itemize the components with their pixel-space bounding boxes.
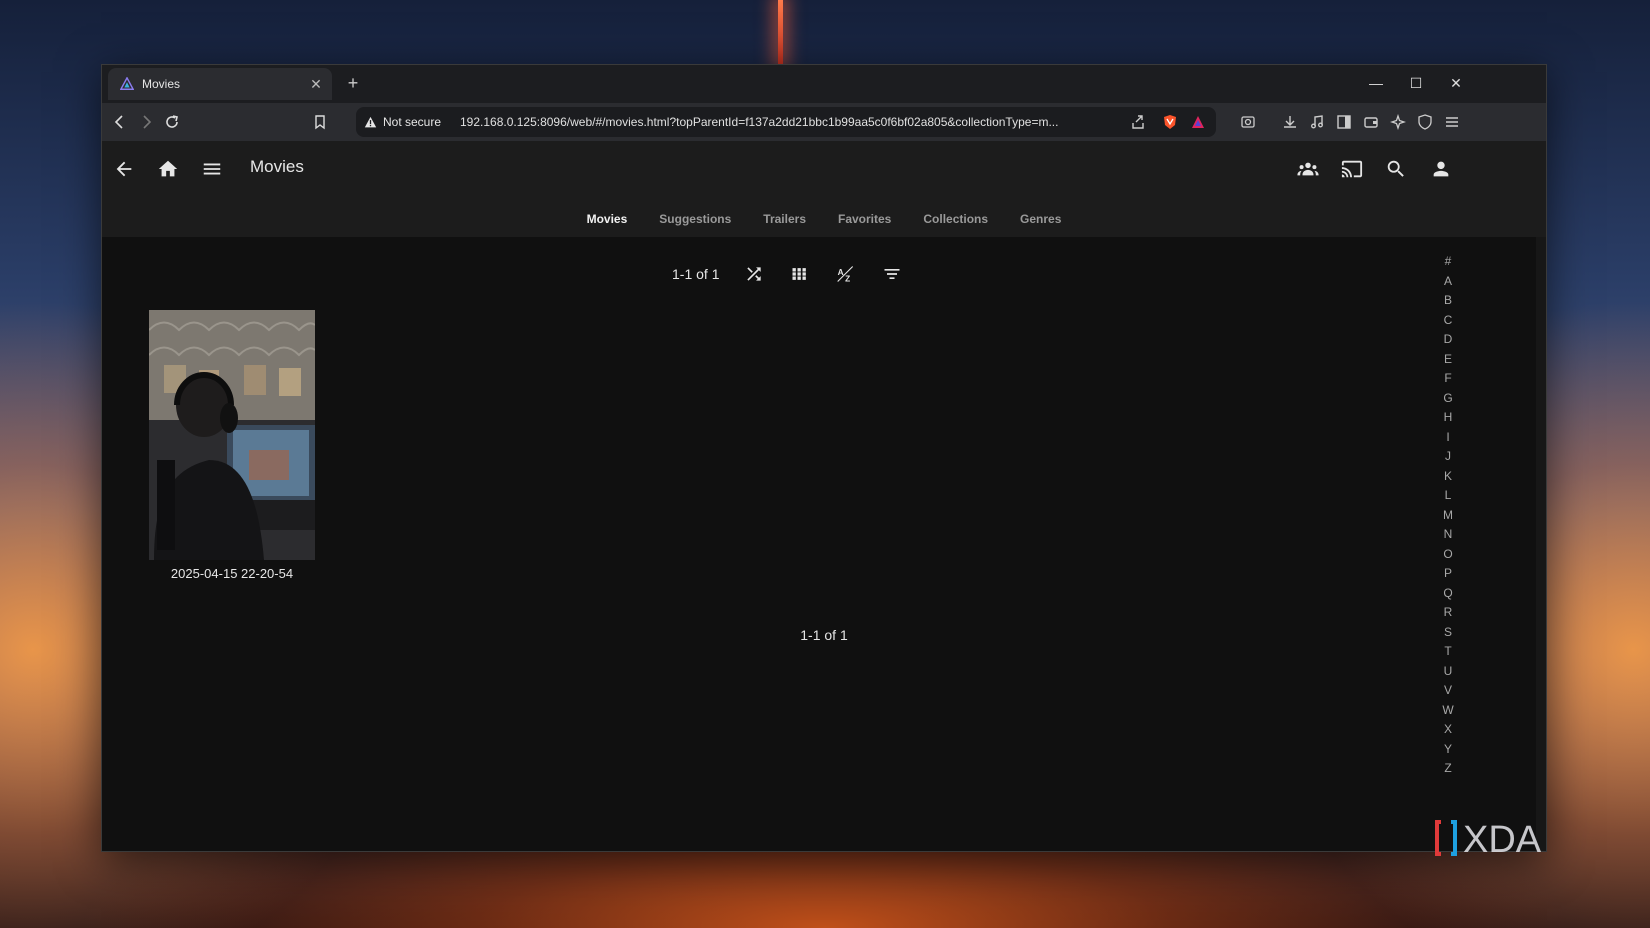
back-arrow-icon[interactable] bbox=[110, 155, 138, 183]
view-grid-icon[interactable] bbox=[786, 260, 814, 288]
alphabet-letter[interactable]: T bbox=[1437, 642, 1459, 662]
filter-icon[interactable] bbox=[878, 260, 906, 288]
wallpaper-beam bbox=[778, 0, 783, 64]
user-icon[interactable] bbox=[1427, 155, 1455, 183]
scrollbar[interactable] bbox=[1536, 237, 1546, 851]
cast-icon[interactable] bbox=[1338, 155, 1366, 183]
alphabet-letter[interactable]: G bbox=[1437, 389, 1459, 409]
brave-rewards-icon[interactable] bbox=[1186, 110, 1210, 134]
sort-az-icon[interactable]: AZ bbox=[832, 260, 860, 288]
vpn-shield-icon[interactable] bbox=[1413, 110, 1437, 134]
svg-text:Z: Z bbox=[846, 274, 851, 284]
alphabet-letter[interactable]: L bbox=[1437, 486, 1459, 506]
alphabet-letter[interactable]: P bbox=[1437, 564, 1459, 584]
list-controls: 1-1 of 1 AZ bbox=[672, 260, 915, 288]
alphabet-letter[interactable]: O bbox=[1437, 545, 1459, 565]
wallet-icon[interactable] bbox=[1359, 110, 1383, 134]
alphabet-letter[interactable]: M bbox=[1437, 506, 1459, 526]
media-icon[interactable] bbox=[1305, 110, 1329, 134]
tab-genres[interactable]: Genres bbox=[1020, 212, 1061, 226]
alphabet-picker: # A B C D E F G H I J K L M N O P Q R S T U V W X Y Z bbox=[1437, 252, 1459, 779]
alphabet-letter[interactable]: C bbox=[1437, 311, 1459, 331]
not-secure-indicator[interactable]: Not secure bbox=[364, 107, 441, 137]
tab-strip: Movies ✕ + — ☐ ✕ bbox=[102, 65, 1546, 103]
download-icon[interactable] bbox=[1278, 110, 1302, 134]
browser-tab[interactable]: Movies ✕ bbox=[108, 68, 332, 100]
movie-title[interactable]: 2025-04-15 22-20-54 bbox=[149, 566, 315, 581]
library-content: 1-1 of 1 AZ 2025-04-15 22-20-54 1-1 of 1… bbox=[102, 237, 1546, 851]
bookmark-icon[interactable] bbox=[308, 110, 332, 134]
page-title: Movies bbox=[250, 157, 304, 176]
pager-bottom: 1-1 of 1 bbox=[800, 627, 848, 643]
browser-toolbar: Not secure 192.168.0.125:8096/web/#/movi… bbox=[102, 103, 1546, 142]
alphabet-letter[interactable]: V bbox=[1437, 681, 1459, 701]
hamburger-menu-icon[interactable] bbox=[198, 155, 226, 183]
alphabet-letter[interactable]: H bbox=[1437, 408, 1459, 428]
warning-icon bbox=[364, 116, 377, 127]
xda-watermark: XDA bbox=[1435, 818, 1590, 861]
alphabet-letter[interactable]: K bbox=[1437, 467, 1459, 487]
tab-collections[interactable]: Collections bbox=[923, 212, 988, 226]
sidebar-icon[interactable] bbox=[1332, 110, 1356, 134]
tab-title: Movies bbox=[142, 77, 181, 91]
search-icon[interactable] bbox=[1382, 155, 1410, 183]
shuffle-icon[interactable] bbox=[740, 260, 768, 288]
alphabet-letter[interactable]: D bbox=[1437, 330, 1459, 350]
alphabet-letter[interactable]: A bbox=[1437, 272, 1459, 292]
alphabet-letter[interactable]: X bbox=[1437, 720, 1459, 740]
poster-image bbox=[149, 310, 315, 560]
library-tabs: Movies Suggestions Trailers Favorites Co… bbox=[102, 212, 1546, 226]
alphabet-letter[interactable]: W bbox=[1437, 701, 1459, 721]
window-close-icon[interactable]: ✕ bbox=[1436, 69, 1476, 97]
xda-logo-text: XDA bbox=[1463, 819, 1542, 858]
alphabet-letter[interactable]: B bbox=[1437, 291, 1459, 311]
alphabet-letter[interactable]: # bbox=[1437, 252, 1459, 272]
brave-shields-icon[interactable] bbox=[1158, 110, 1182, 134]
not-secure-label: Not secure bbox=[383, 115, 442, 129]
syncplay-icon[interactable] bbox=[1294, 155, 1322, 183]
movie-card[interactable]: 2025-04-15 22-20-54 bbox=[149, 310, 315, 581]
alphabet-letter[interactable]: S bbox=[1437, 623, 1459, 643]
url-text[interactable]: 192.168.0.125:8096/web/#/movies.html?top… bbox=[460, 107, 1110, 137]
jellyfin-app: Movies Movies Suggestions Trailers Favor… bbox=[102, 141, 1546, 851]
alphabet-letter[interactable]: R bbox=[1437, 603, 1459, 623]
alphabet-letter[interactable]: Z bbox=[1437, 759, 1459, 779]
alphabet-letter[interactable]: J bbox=[1437, 447, 1459, 467]
leo-ai-icon[interactable] bbox=[1386, 110, 1410, 134]
alphabet-letter[interactable]: E bbox=[1437, 350, 1459, 370]
svg-text:A: A bbox=[838, 267, 844, 277]
browser-window: Movies ✕ + — ☐ ✕ Not secure 192.168.0.12… bbox=[101, 64, 1547, 852]
forward-icon[interactable] bbox=[134, 110, 158, 134]
share-icon[interactable] bbox=[1126, 110, 1150, 134]
minimize-icon[interactable]: — bbox=[1356, 69, 1396, 97]
address-bar[interactable]: Not secure 192.168.0.125:8096/web/#/movi… bbox=[356, 107, 1216, 137]
tab-suggestions[interactable]: Suggestions bbox=[659, 212, 731, 226]
tab-trailers[interactable]: Trailers bbox=[763, 212, 806, 226]
alphabet-letter[interactable]: N bbox=[1437, 525, 1459, 545]
item-count: 1-1 of 1 bbox=[672, 266, 720, 282]
tab-favorites[interactable]: Favorites bbox=[838, 212, 891, 226]
menu-icon[interactable] bbox=[1440, 110, 1464, 134]
back-icon[interactable] bbox=[108, 110, 132, 134]
tab-movies[interactable]: Movies bbox=[587, 212, 628, 226]
screenshot-icon[interactable] bbox=[1236, 110, 1260, 134]
alphabet-letter[interactable]: I bbox=[1437, 428, 1459, 448]
jellyfin-icon bbox=[120, 77, 134, 90]
home-icon[interactable] bbox=[154, 155, 182, 183]
alphabet-letter[interactable]: Y bbox=[1437, 740, 1459, 760]
reload-icon[interactable] bbox=[160, 110, 184, 134]
new-tab-button[interactable]: + bbox=[342, 71, 364, 95]
alphabet-letter[interactable]: F bbox=[1437, 369, 1459, 389]
close-icon[interactable]: ✕ bbox=[306, 76, 326, 93]
alphabet-letter[interactable]: Q bbox=[1437, 584, 1459, 604]
alphabet-letter[interactable]: U bbox=[1437, 662, 1459, 682]
movie-poster[interactable] bbox=[149, 310, 315, 560]
maximize-icon[interactable]: ☐ bbox=[1396, 69, 1436, 97]
